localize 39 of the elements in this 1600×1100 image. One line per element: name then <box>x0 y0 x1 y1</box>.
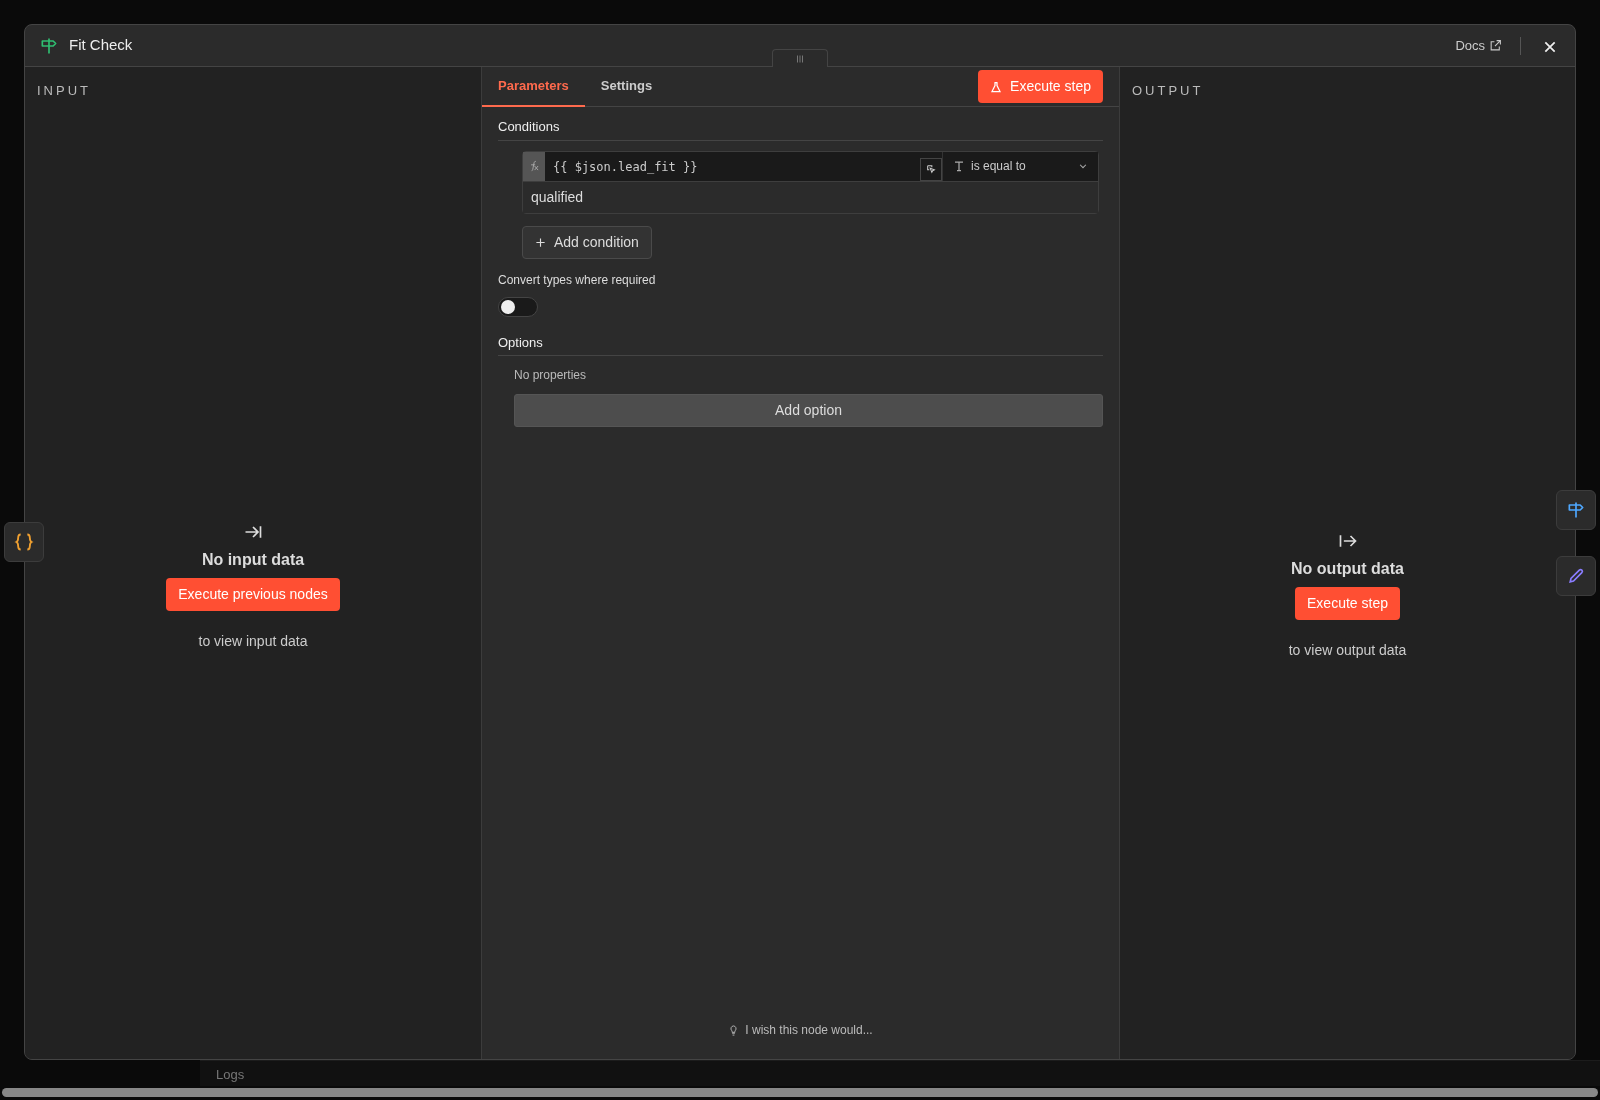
panel-heading: OUTPUT <box>1131 82 1205 100</box>
hint-text: to view output data <box>1288 640 1407 660</box>
feedback-link[interactable]: I wish this node would... <box>728 1021 873 1039</box>
braces-icon <box>14 532 34 552</box>
drag-handle[interactable] <box>772 49 828 67</box>
value-field[interactable]: qualified <box>523 180 1098 213</box>
add-condition-button[interactable]: Add condition <box>522 225 652 259</box>
toggle-switch[interactable] <box>498 296 538 317</box>
empty-title: No input data <box>201 549 305 570</box>
mapping-button[interactable] <box>920 157 942 181</box>
chevron-down-icon <box>1078 161 1088 171</box>
node-button[interactable] <box>1556 490 1596 530</box>
signpost-icon <box>1566 500 1586 520</box>
pencil-icon <box>1566 566 1586 586</box>
docs-link[interactable]: Docs <box>1455 35 1502 56</box>
add-option-button[interactable]: Add option <box>514 394 1103 427</box>
external-link-icon <box>1489 39 1502 52</box>
edit-button[interactable] <box>1556 556 1596 596</box>
expression-field[interactable]: {{ $json.lead_fit }} <box>545 151 920 181</box>
panel-heading: INPUT <box>36 82 92 100</box>
flask-icon <box>990 80 1003 93</box>
plus-icon <box>535 236 546 248</box>
tab[interactable]: Parameters <box>482 66 585 107</box>
close-icon <box>1543 39 1557 54</box>
section-heading: Conditions <box>498 107 1103 141</box>
logs-label[interactable]: Logs <box>216 1065 245 1085</box>
field-label: Convert types where required <box>498 271 656 289</box>
empty-title: No output data <box>1291 558 1404 579</box>
type-icon <box>953 160 965 172</box>
scrollbar[interactable] <box>2 1088 1598 1097</box>
tab[interactable]: Settings <box>584 66 669 107</box>
code-button[interactable] <box>4 522 44 562</box>
cursor-icon <box>926 164 936 174</box>
hint-text: to view input data <box>198 631 308 651</box>
operator-dropdown[interactable]: is equal to <box>942 151 1098 181</box>
empty-text: No properties <box>513 367 588 384</box>
section-heading: Options <box>498 322 1103 356</box>
lightbulb-icon <box>728 1024 740 1036</box>
window-title: Fit Check <box>69 35 133 56</box>
